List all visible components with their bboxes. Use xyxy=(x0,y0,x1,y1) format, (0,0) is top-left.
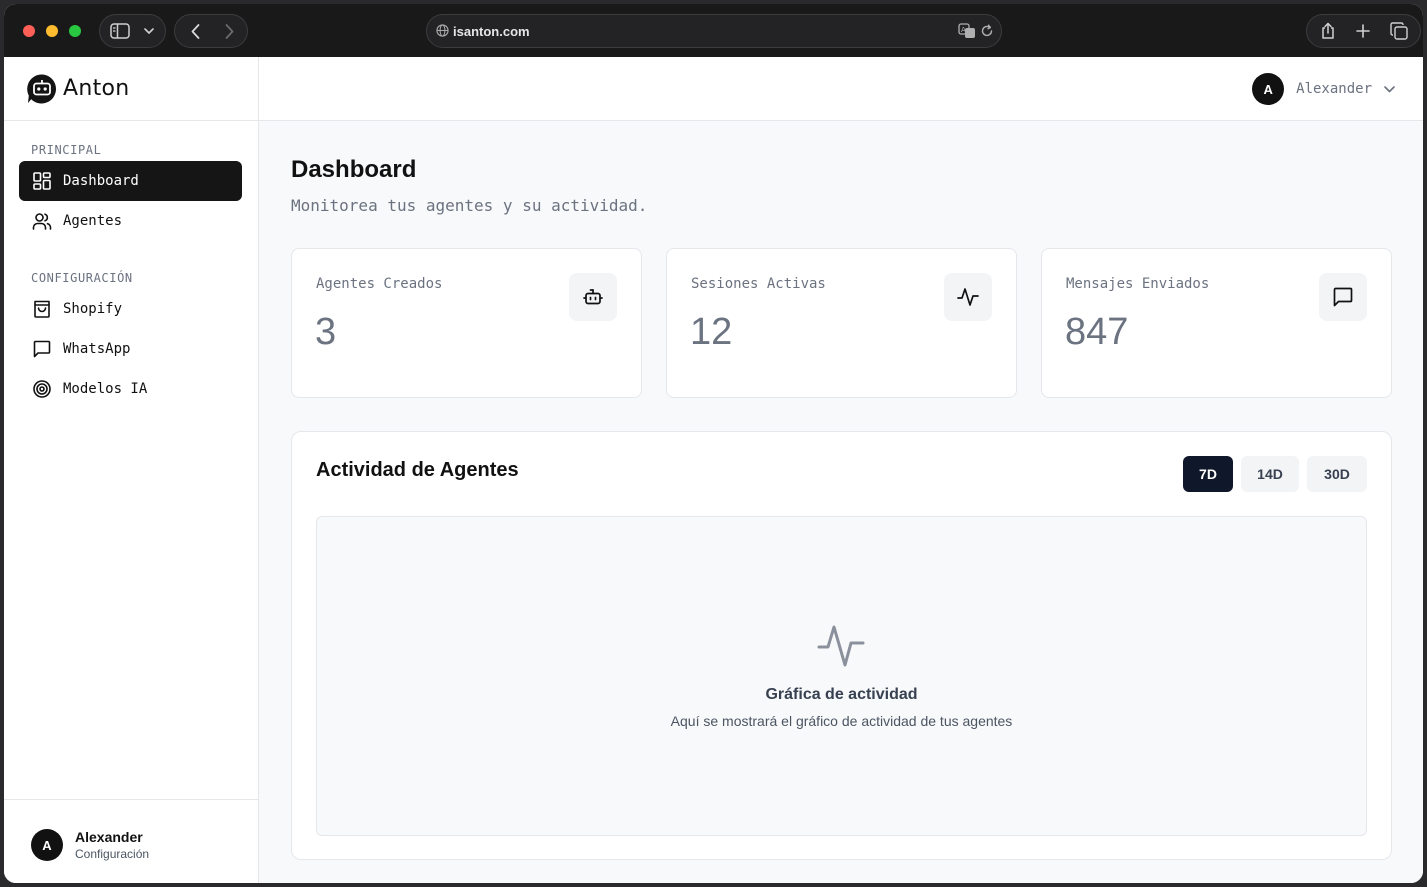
share-icon xyxy=(1322,22,1334,39)
stat-value: 847 xyxy=(1065,311,1129,353)
target-icon xyxy=(33,380,51,398)
sidebar-menu-button[interactable] xyxy=(140,15,158,47)
activity-chart-placeholder: Gráfica de actividad Aquí se mostrará el… xyxy=(316,516,1367,836)
empty-state-subtitle: Aquí se mostrará el gráfico de actividad… xyxy=(670,713,1013,729)
sidebar-item-label: Dashboard xyxy=(63,173,139,189)
tabs-icon xyxy=(1390,22,1408,40)
stat-label: Mensajes Enviados xyxy=(1066,276,1210,292)
section-label-configuracion: CONFIGURACIÓN xyxy=(31,271,133,285)
stat-value: 12 xyxy=(690,311,733,353)
zoom-window-button[interactable] xyxy=(69,25,81,37)
reload-icon[interactable] xyxy=(980,24,994,38)
footer-settings-link[interactable]: Configuración xyxy=(75,847,149,861)
browser-toolbar: isanton.com A xyxy=(4,4,1423,57)
avatar: A xyxy=(31,829,63,861)
activity-panel: Actividad de Agentes 7D 14D 30D Gráfica … xyxy=(291,431,1392,860)
svg-text:A: A xyxy=(961,26,966,34)
page-subtitle: Monitorea tus agentes y su actividad. xyxy=(291,196,648,215)
address-bar[interactable]: isanton.com A xyxy=(426,14,1002,48)
chevron-down-icon xyxy=(144,28,154,34)
avatar: A xyxy=(1252,73,1285,105)
forward-button[interactable] xyxy=(217,15,241,47)
main-content: Dashboard Monitorea tus agentes y su act… xyxy=(259,121,1423,883)
stat-label: Agentes Creados xyxy=(316,276,443,292)
stat-card-sesiones-activas: Sesiones Activas 12 xyxy=(666,248,1017,398)
layout-dashboard-icon xyxy=(33,172,51,190)
activity-icon xyxy=(817,625,865,667)
translate-icon[interactable]: A xyxy=(958,23,976,39)
brand[interactable]: Anton xyxy=(4,57,258,121)
stat-label: Sesiones Activas xyxy=(691,276,826,292)
user-name: Alexander xyxy=(1296,81,1372,97)
sidebar: Anton PRINCIPAL Dashboard Agentes CONFIG… xyxy=(4,57,259,883)
back-button[interactable] xyxy=(183,15,207,47)
sidebar-toggle-button[interactable] xyxy=(109,15,131,47)
user-menu[interactable]: A Alexander xyxy=(1252,72,1395,106)
sidebar-item-modelos-ia[interactable]: Modelos IA xyxy=(19,369,242,409)
sidebar-item-dashboard[interactable]: Dashboard xyxy=(19,161,242,201)
share-button[interactable] xyxy=(1317,15,1339,47)
footer-user-name: Alexander xyxy=(75,829,143,845)
stat-icon-box xyxy=(569,273,617,321)
tab-overview-button[interactable] xyxy=(1388,15,1410,47)
range-7d-button[interactable]: 7D xyxy=(1183,456,1233,492)
chevron-down-icon xyxy=(1384,85,1395,92)
minimize-window-button[interactable] xyxy=(46,25,58,37)
bot-icon xyxy=(583,289,603,305)
range-30d-button[interactable]: 30D xyxy=(1307,456,1367,492)
new-tab-button[interactable] xyxy=(1352,15,1374,47)
bot-logo-icon xyxy=(27,74,56,104)
window-actions-group xyxy=(1306,14,1421,48)
app-root: Anton PRINCIPAL Dashboard Agentes CONFIG… xyxy=(4,57,1423,883)
range-14d-button[interactable]: 14D xyxy=(1241,456,1299,492)
address-text: isanton.com xyxy=(453,24,530,39)
sidebar-item-label: Shopify xyxy=(63,301,123,317)
plus-icon xyxy=(1356,24,1370,38)
sidebar-item-label: WhatsApp xyxy=(63,341,131,357)
top-bar: A Alexander xyxy=(259,57,1423,121)
sidebar-item-label: Modelos IA xyxy=(63,381,148,397)
message-square-icon xyxy=(33,340,51,358)
activity-title: Actividad de Agentes xyxy=(316,459,519,481)
stat-card-agentes-creados: Agentes Creados 3 xyxy=(291,248,642,398)
sidebar-icon xyxy=(110,23,130,39)
page-title: Dashboard xyxy=(291,156,417,183)
history-nav-group xyxy=(174,14,248,48)
brand-name: Anton xyxy=(63,76,130,101)
sidebar-item-shopify[interactable]: Shopify xyxy=(19,289,242,329)
stat-value: 3 xyxy=(315,311,337,353)
sidebar-user-footer[interactable]: A Alexander Configuración xyxy=(4,799,258,883)
section-label-principal: PRINCIPAL xyxy=(31,143,102,157)
stat-card-mensajes-enviados: Mensajes Enviados 847 xyxy=(1041,248,1392,398)
empty-state-title: Gráfica de actividad xyxy=(765,686,918,703)
globe-icon xyxy=(436,24,449,37)
sidebar-toggle-group xyxy=(99,14,166,48)
chevron-right-icon xyxy=(225,23,233,39)
message-square-icon xyxy=(1333,287,1353,307)
sidebar-item-agentes[interactable]: Agentes xyxy=(19,201,242,241)
stat-icon-box xyxy=(944,273,992,321)
stat-icon-box xyxy=(1319,273,1367,321)
users-icon xyxy=(32,213,52,230)
sidebar-item-label: Agentes xyxy=(63,213,123,229)
activity-icon xyxy=(957,288,979,306)
close-window-button[interactable] xyxy=(23,25,35,37)
shopping-bag-icon xyxy=(34,300,50,318)
chevron-left-icon xyxy=(191,23,199,39)
browser-window: isanton.com A Anton PRINCIPAL Dashboard … xyxy=(4,4,1423,883)
sidebar-item-whatsapp[interactable]: WhatsApp xyxy=(19,329,242,369)
